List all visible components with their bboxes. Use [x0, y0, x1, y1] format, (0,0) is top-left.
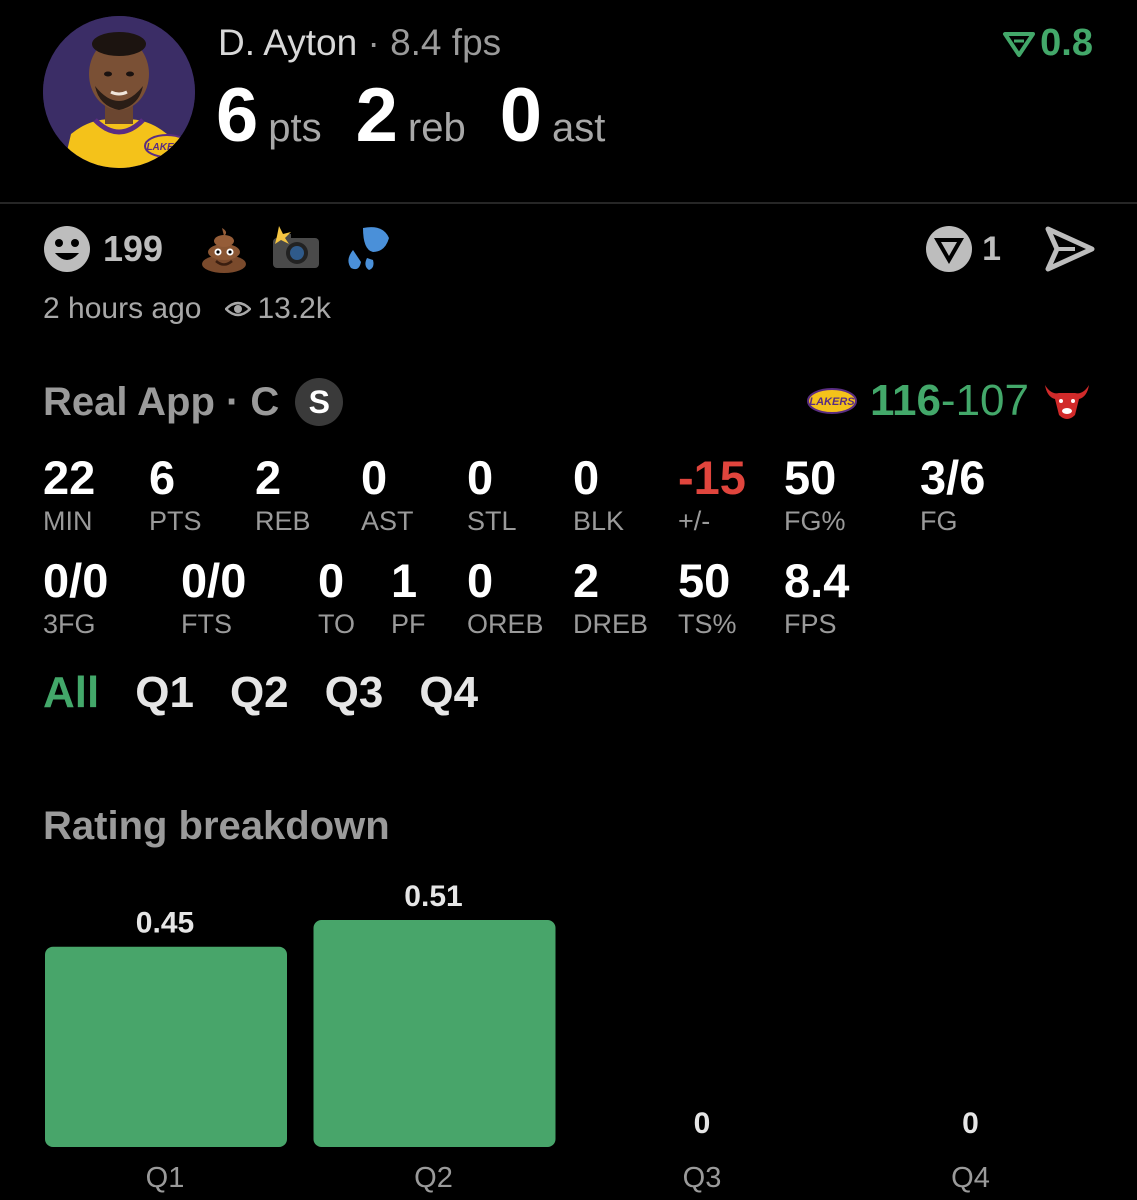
real-logo-icon[interactable]: [924, 224, 974, 274]
stat-ts-pct: 50 TS%: [678, 554, 737, 640]
views: 13.2k: [225, 292, 331, 326]
separator: ·: [367, 22, 380, 63]
lakers-logo-text: LAKERS: [809, 396, 855, 408]
rating-badge[interactable]: 0.8: [1002, 22, 1093, 65]
stat-stl: 0 STL: [467, 451, 517, 537]
quarter-tabs: All Q1 Q2 Q3 Q4: [43, 668, 478, 718]
game-source: Real App · C S: [43, 378, 344, 426]
chart-title: Rating breakdown: [43, 804, 390, 848]
score-dash: -: [940, 376, 956, 425]
smile-reaction-icon[interactable]: [43, 225, 91, 273]
stat-min: 22 MIN: [43, 451, 96, 537]
rebounds-unit: reb: [407, 106, 466, 150]
assists-unit: ast: [552, 106, 606, 150]
stat-pts: 6 PTS: [149, 451, 202, 537]
source-label: Real App · C: [43, 379, 280, 424]
sweat-drops-icon[interactable]: [343, 224, 393, 274]
rating-value: 0.8: [1040, 22, 1093, 64]
stat-fg-pct: 50 FG%: [784, 451, 846, 537]
reaction-bar: 199: [43, 224, 415, 274]
starter-badge: S: [295, 378, 344, 426]
tab-q1[interactable]: Q1: [135, 668, 194, 718]
points-unit: pts: [268, 106, 322, 150]
lakers-logo: LAKERS: [806, 388, 857, 414]
stat-ast: 0 AST: [361, 451, 414, 537]
category-label-q4: Q4: [951, 1162, 990, 1194]
poop-icon[interactable]: [199, 224, 249, 274]
assists-value: 0: [499, 73, 543, 158]
player-avatar[interactable]: LAKERS: [43, 16, 195, 168]
value-label-q4: 0: [962, 1107, 979, 1140]
eye-icon: [225, 301, 252, 317]
lakers-logo-text: LAKERS: [146, 142, 187, 153]
tab-q2[interactable]: Q2: [230, 668, 289, 718]
points-value: 6: [216, 73, 259, 158]
header-divider: [0, 202, 1137, 204]
rating-funnel-icon: [1003, 31, 1036, 57]
tab-q4[interactable]: Q4: [419, 668, 478, 718]
category-label-q2: Q2: [414, 1162, 453, 1194]
bulls-logo: [1045, 385, 1089, 419]
category-label-q1: Q1: [146, 1162, 185, 1194]
game-score[interactable]: LAKERS 116 - 107: [806, 376, 1093, 426]
tab-all[interactable]: All: [43, 668, 99, 718]
time-ago: 2 hours ago: [43, 292, 202, 325]
value-label-q2: 0.51: [404, 880, 462, 913]
bar-q2[interactable]: [313, 920, 556, 1147]
away-score: 107: [955, 376, 1029, 425]
player-name[interactable]: D. Ayton: [218, 22, 357, 63]
stat-fg: 3/6 FG: [920, 451, 986, 537]
rating-breakdown-chart: 0.45 Q1 0.51 Q2 0 Q3 0 Q4: [45, 880, 990, 1194]
post-meta: 2 hours ago 13.2k: [43, 292, 331, 326]
stat-plus-minus: -15 +/-: [678, 451, 746, 537]
stat-pf: 1 PF: [391, 554, 426, 640]
tab-q3[interactable]: Q3: [325, 668, 384, 718]
real-count: 1: [982, 229, 1001, 268]
stat-3fg: 0/0 3FG: [43, 554, 109, 640]
bar-q1[interactable]: [45, 946, 287, 1147]
view-count: 13.2k: [257, 292, 331, 325]
stat-reb: 2 REB: [255, 451, 311, 537]
share-actions: 1: [924, 224, 1095, 274]
stat-to: 0 TO: [318, 554, 356, 640]
send-icon[interactable]: [1045, 226, 1095, 272]
player-title[interactable]: D. Ayton · 8.4 fps: [218, 22, 501, 64]
player-fps: 8.4 fps: [390, 22, 502, 63]
reaction-count: 199: [103, 228, 164, 269]
value-label-q1: 0.45: [136, 907, 194, 940]
stat-dreb: 2 DREB: [573, 554, 649, 640]
stat-blk: 0 BLK: [573, 451, 625, 537]
camera-flash-icon[interactable]: [271, 224, 321, 274]
headline-stats: 6 pts 2 reb 0 ast: [216, 72, 639, 159]
category-label-q3: Q3: [683, 1162, 722, 1194]
stat-oreb: 0 OREB: [467, 554, 544, 640]
value-label-q3: 0: [694, 1107, 711, 1140]
stat-fts: 0/0 FTS: [181, 554, 247, 640]
stat-fps: 8.4 FPS: [784, 554, 850, 640]
home-score: 116: [869, 376, 941, 425]
rebounds-value: 2: [355, 73, 398, 158]
